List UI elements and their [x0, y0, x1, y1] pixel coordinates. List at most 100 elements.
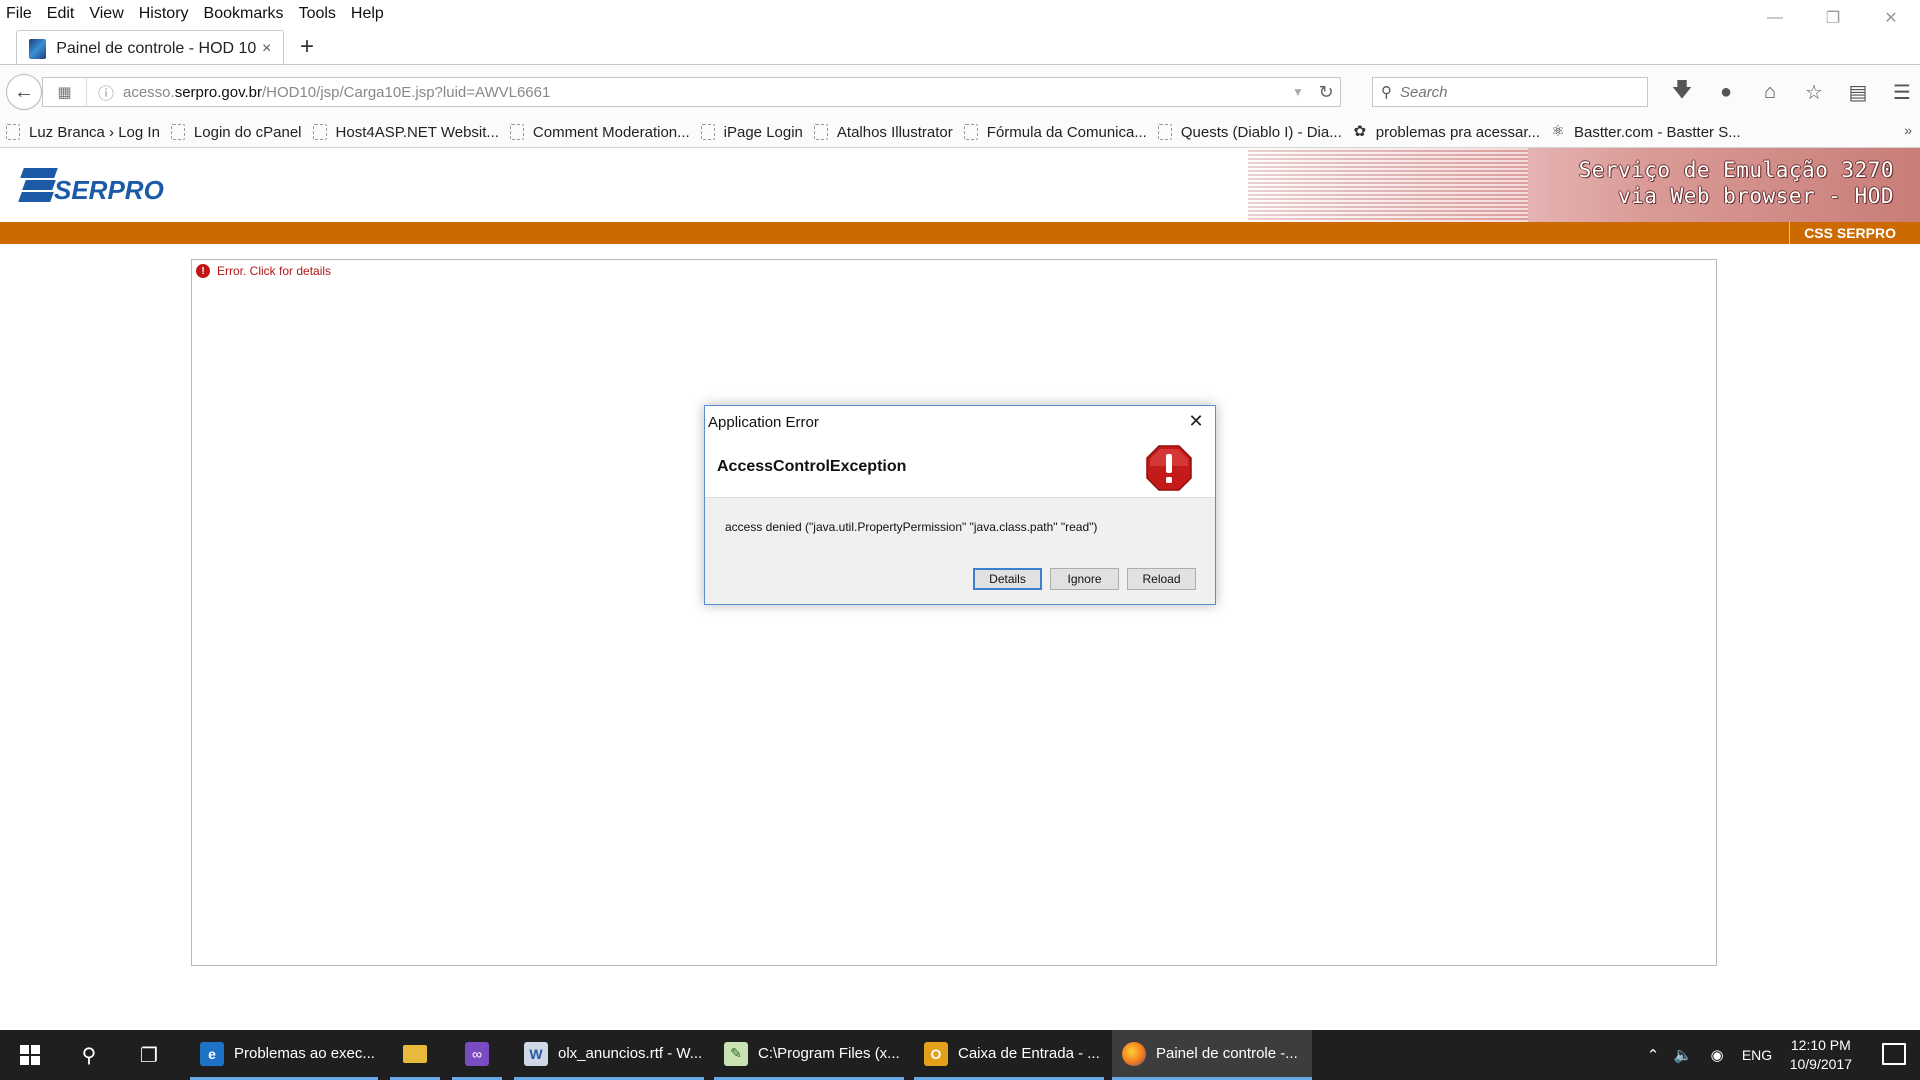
bookmark-site-icon: ⚛: [1551, 123, 1565, 140]
task-view-icon[interactable]: ❐: [120, 1030, 178, 1080]
clock-date: 10/9/2017: [1789, 1056, 1852, 1072]
bookmark-page-icon: [6, 124, 20, 140]
action-center-icon[interactable]: [1882, 1043, 1906, 1065]
taskbar-app-firefox[interactable]: Painel de controle -...: [1112, 1030, 1312, 1080]
clock-time: 12:10 PM: [1790, 1037, 1851, 1053]
firefox-icon: [1122, 1041, 1146, 1066]
hod-banner: Serviço de Emulação 3270 via Web browser…: [1248, 148, 1920, 222]
bookmarks-toolbar: Luz Branca › Log In Login do cPanel Host…: [0, 117, 1920, 147]
url-bar[interactable]: ▦ ⓘ acesso.serpro.gov.br/HOD10/jsp/Carga…: [42, 77, 1341, 107]
system-tray: ⌃ 🔈 ◉ ENG: [1640, 1030, 1780, 1080]
bookmark-item[interactable]: ✿ problemas pra acessar...: [1353, 123, 1540, 141]
bookmark-page-icon: [312, 124, 327, 140]
menu-file[interactable]: File: [6, 5, 32, 23]
url-text[interactable]: acesso.serpro.gov.br/HOD10/jsp/Carga10E.…: [123, 84, 1292, 101]
url-dropdown-icon[interactable]: ▼: [1292, 85, 1312, 99]
search-icon: ⚲: [1381, 84, 1392, 101]
bookmark-item[interactable]: Atalhos Illustrator: [813, 124, 953, 141]
tab-painel-de-controle[interactable]: Painel de controle - HOD 10 ×: [16, 30, 284, 66]
url-prefix: acesso.: [123, 83, 175, 101]
windows-logo-icon: [20, 1045, 40, 1065]
error-icon: !: [196, 264, 210, 278]
taskbar-clock[interactable]: 12:10 PM 10/9/2017: [1790, 1036, 1852, 1074]
library-icon[interactable]: ▤: [1836, 77, 1880, 107]
tab-close-icon[interactable]: ×: [256, 40, 277, 58]
menu-tools[interactable]: Tools: [299, 5, 336, 23]
bookmark-item[interactable]: Host4ASP.NET Websit...: [312, 124, 499, 141]
taskbar-app-outlook[interactable]: O Caixa de Entrada - ...: [914, 1030, 1104, 1080]
ignore-button[interactable]: Ignore: [1050, 568, 1119, 590]
new-tab-button[interactable]: +: [293, 34, 321, 62]
bookmark-site-icon: ✿: [1353, 123, 1367, 140]
bookmark-page-icon: [170, 124, 185, 140]
search-input[interactable]: [1400, 83, 1620, 101]
taskbar-app-notepad[interactable]: ✎ C:\Program Files (x...: [714, 1030, 904, 1080]
bookmark-item[interactable]: Login do cPanel: [170, 124, 302, 141]
dialog-close-icon[interactable]: ✕: [1181, 408, 1211, 434]
banner-line-1: Serviço de Emulação 3270: [1578, 158, 1894, 182]
applet-error-notice[interactable]: ! Error. Click for details: [196, 264, 331, 278]
taskbar-app-edge[interactable]: e Problemas ao exec...: [190, 1030, 378, 1080]
home-icon[interactable]: ⌂: [1748, 77, 1792, 107]
file-explorer-button[interactable]: [390, 1030, 440, 1080]
page-actions-icon[interactable]: ▦: [43, 78, 87, 106]
tab-bar: Painel de controle - HOD 10 × +: [0, 28, 1920, 66]
hod-favicon-icon: [29, 38, 47, 59]
back-button[interactable]: ←: [6, 74, 42, 110]
ignore-label: Ignore: [1067, 572, 1102, 586]
serpro-header: SERPRO Serviço de Emulação 3270 via Web …: [0, 148, 1920, 222]
banner-line-2: via Web browser - HOD: [1617, 184, 1894, 208]
bookmark-item[interactable]: ⚛ Bastter.com - Bastter S...: [1551, 123, 1740, 141]
bookmark-item[interactable]: Comment Moderation...: [509, 124, 690, 141]
volume-icon[interactable]: 🔈: [1666, 1046, 1700, 1064]
taskbar-app-label: olx_anuncios.rtf - W...: [558, 1045, 703, 1062]
url-path: /HOD10/jsp/Carga10E.jsp?luid=AWVL6661: [261, 83, 551, 101]
site-info-icon[interactable]: ⓘ: [95, 81, 117, 103]
menu-view[interactable]: View: [89, 5, 123, 23]
network-icon[interactable]: ◉: [1700, 1046, 1734, 1064]
taskbar: ⚲ ❐ e Problemas ao exec... ∞ W olx_anunc…: [0, 1030, 1920, 1080]
bookmark-page-icon: [813, 124, 828, 140]
details-button[interactable]: Details: [973, 568, 1042, 590]
menu-help[interactable]: Help: [351, 5, 384, 23]
wordpad-icon: W: [524, 1041, 548, 1066]
bookmark-item[interactable]: Fórmula da Comunica...: [963, 124, 1147, 141]
bookmark-item[interactable]: iPage Login: [700, 124, 803, 141]
toolbar-icons: 🡇 ● ⌂ ☆ ▤ ☰: [1660, 77, 1920, 107]
edge-icon: e: [200, 1041, 224, 1066]
bookmark-item[interactable]: Quests (Diablo I) - Dia...: [1157, 124, 1342, 141]
menu-history[interactable]: History: [139, 5, 189, 23]
reload-button[interactable]: Reload: [1127, 568, 1196, 590]
application-error-dialog: Application Error ✕ AccessControlExcepti…: [704, 405, 1216, 605]
start-button[interactable]: [0, 1030, 60, 1080]
visual-studio-button[interactable]: ∞: [452, 1030, 502, 1080]
bookmark-star-icon[interactable]: ☆: [1792, 77, 1836, 107]
details-label: Details: [989, 572, 1026, 586]
tray-overflow-icon[interactable]: ⌃: [1640, 1046, 1666, 1064]
dialog-title: Application Error: [708, 414, 819, 431]
language-indicator[interactable]: ENG: [1734, 1047, 1780, 1063]
bookmark-page-icon: [963, 124, 978, 140]
chat-icon[interactable]: ●: [1704, 77, 1748, 107]
bookmark-item[interactable]: Luz Branca › Log In: [6, 124, 160, 141]
outlook-icon: O: [924, 1041, 948, 1066]
taskbar-app-label: Painel de controle -...: [1156, 1045, 1298, 1062]
taskbar-app-wordpad[interactable]: W olx_anuncios.rtf - W...: [514, 1030, 704, 1080]
menu-edit[interactable]: Edit: [47, 5, 75, 23]
reload-icon[interactable]: ↻: [1312, 82, 1340, 103]
search-taskbar-icon[interactable]: ⚲: [60, 1030, 118, 1080]
menu-bookmarks[interactable]: Bookmarks: [204, 5, 284, 23]
reload-label: Reload: [1142, 572, 1181, 586]
folder-icon: [403, 1044, 427, 1063]
menu-bar: File Edit View History Bookmarks Tools H…: [0, 0, 1920, 27]
serpro-logo-icon: [18, 162, 58, 206]
hamburger-menu-icon[interactable]: ☰: [1880, 77, 1920, 107]
bookmark-page-icon: [700, 124, 715, 140]
navigation-bar: ▦ ⓘ acesso.serpro.gov.br/HOD10/jsp/Carga…: [0, 65, 1920, 117]
search-box[interactable]: ⚲: [1372, 77, 1648, 107]
dialog-heading: AccessControlException: [717, 458, 907, 475]
bookmarks-overflow-icon[interactable]: »: [1904, 122, 1912, 138]
downloads-icon[interactable]: 🡇: [1660, 77, 1704, 107]
banner-stripes: [1248, 148, 1528, 222]
css-serpro-link[interactable]: CSS SERPRO: [1789, 222, 1908, 244]
